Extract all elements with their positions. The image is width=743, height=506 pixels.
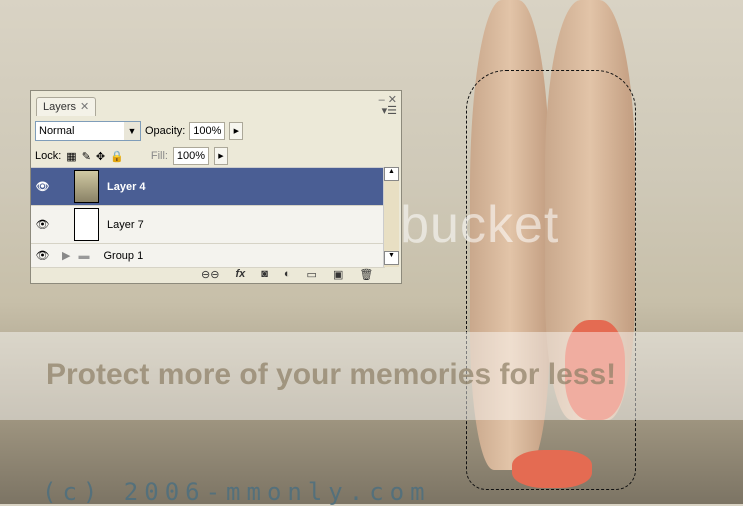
layers-list: 👁 Layer 4 👁 Layer 7 👁 ▶ ▬ Group 1 (31, 167, 385, 268)
lock-all-icon[interactable]: 🔒 (110, 150, 124, 163)
opacity-slider-button[interactable]: ▶ (229, 122, 244, 140)
folder-icon: ▬ (78, 249, 90, 262)
fill-slider-button[interactable]: ▶ (213, 147, 228, 165)
close-icon[interactable]: ✕ (80, 101, 89, 113)
layer-row[interactable]: 👁 Layer 4 (31, 168, 385, 206)
lock-pixels-icon[interactable]: ✎ (82, 150, 91, 163)
layer-name: Layer 4 (107, 180, 146, 193)
chevron-down-icon: ▼ (124, 122, 140, 140)
scroll-down-icon[interactable]: ▼ (384, 251, 399, 265)
tab-label: Layers (43, 101, 77, 113)
layer-name: Group 1 (103, 249, 144, 262)
lock-label: Lock: (35, 150, 62, 162)
fx-icon[interactable]: fx (235, 268, 245, 281)
panel-menu-icon[interactable]: ▾☰ (382, 104, 397, 117)
add-mask-icon[interactable]: ◙ (261, 268, 268, 281)
watermark-banner: Protect more of your memories for less! (0, 332, 743, 420)
fill-input[interactable]: 100% (172, 147, 209, 165)
layer-row[interactable]: 👁 ▶ ▬ Group 1 (31, 244, 385, 268)
tab-layers[interactable]: Layers ✕ (36, 97, 97, 116)
copyright-text: (c) 2006-mmonly.com (42, 478, 431, 506)
blend-mode-value: Normal (39, 125, 75, 137)
opacity-input[interactable]: 100% (189, 122, 226, 140)
lock-position-icon[interactable]: ✥ (96, 150, 105, 163)
scroll-up-icon[interactable]: ▲ (384, 167, 399, 181)
banner-text: Protect more of your memories for less! (46, 358, 617, 391)
scrollbar[interactable]: ▲ ▼ (383, 167, 399, 267)
layer-thumbnail (74, 170, 99, 203)
layer-row[interactable]: 👁 Layer 7 (31, 206, 385, 244)
left-sandal (512, 450, 592, 488)
expand-triangle-icon[interactable]: ▶ (62, 249, 70, 262)
trash-icon[interactable]: 🗑 (359, 268, 373, 281)
adjustment-layer-icon[interactable]: ◐ (284, 268, 291, 281)
lock-transparent-icon[interactable]: ▦ (66, 150, 76, 163)
layer-name: Layer 7 (107, 218, 144, 231)
new-group-icon[interactable]: ▭ (307, 268, 317, 281)
blend-mode-select[interactable]: Normal ▼ (35, 121, 141, 141)
layers-panel: Layers ✕ – ✕ ▾☰ Normal ▼ Opacity: 100% ▶ L… (30, 90, 402, 284)
layer-thumbnail (74, 208, 99, 241)
fill-label: Fill: (150, 150, 168, 162)
eye-icon[interactable]: 👁 (31, 249, 54, 262)
link-layers-icon[interactable]: ⊖⊖ (201, 268, 219, 281)
eye-icon[interactable]: 👁 (31, 180, 54, 193)
opacity-label: Opacity: (145, 125, 186, 137)
new-layer-icon[interactable]: ▣ (333, 268, 343, 281)
eye-icon[interactable]: 👁 (31, 218, 54, 231)
